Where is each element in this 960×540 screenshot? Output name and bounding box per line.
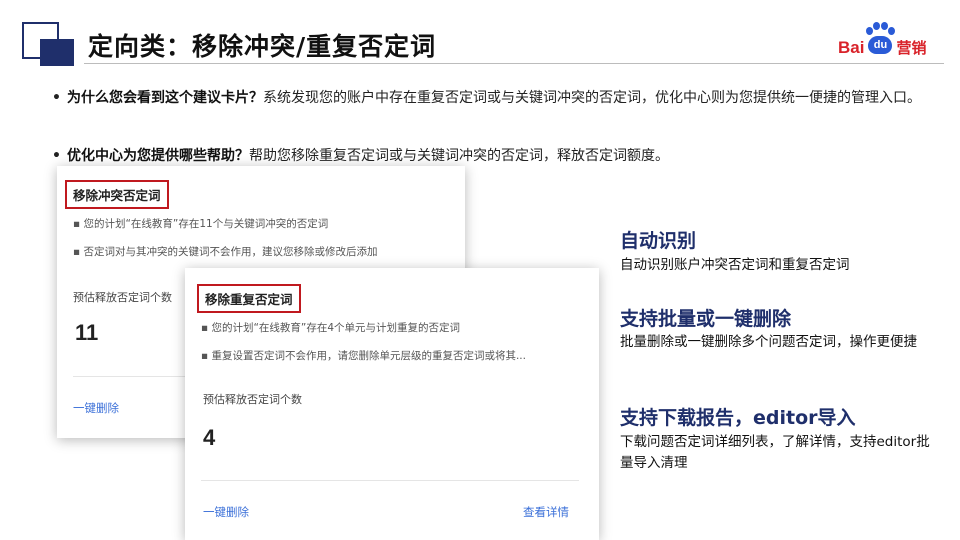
estimate-label: 预估释放否定词个数 [73,291,172,304]
duplicate-negative-keywords-card: 移除重复否定词 ▪ 您的计划“在线教育”存在4个单元与计划重复的否定词 ▪ 重复… [185,268,599,540]
slide-title: 定向类：移除冲突/重复否定词 [88,32,437,61]
logo-text-yingxiao: 营销 [896,39,927,57]
title-decoration-fill [40,39,74,66]
feature-title: 自动识别 [620,230,697,252]
delete-all-link[interactable]: 一键删除 [73,400,119,416]
bullet-why: • 为什么您会看到这个建议卡片？系统发现您的账户中存在重复否定词或与关键词冲突的… [52,88,925,108]
bullet-answer: 帮助您移除重复否定词或与关键词冲突的否定词，释放否定词额度。 [249,148,669,164]
card-info-line: ▪ 否定词对与其冲突的关键词不会作用，建议您移除或修改后添加 [73,246,378,258]
title-divider [84,63,944,64]
bullet-dot-icon: • [52,90,61,106]
card-title: 移除重复否定词 [197,284,301,313]
feature-title: 支持下载报告，editor导入 [620,407,856,429]
logo-text-du: du [868,36,893,54]
card-divider [201,480,579,481]
view-details-link[interactable]: 查看详情 [523,504,569,520]
card-info-line: ▪ 重复设置否定词不会作用，请您删除单元层级的重复否定词或将其... [201,350,526,362]
card-info-line: ▪ 您的计划“在线教育”存在4个单元与计划重复的否定词 [201,322,461,334]
feature-title: 支持批量或一键删除 [620,308,792,330]
feature-desc: 自动识别账户冲突否定词和重复否定词 [620,257,850,273]
card-title: 移除冲突否定词 [65,180,169,209]
bullet-question: 为什么您会看到这个建议卡片？ [67,90,263,106]
baidu-marketing-logo: Bai du 营销 [838,20,926,56]
estimate-value: 4 [203,425,216,450]
estimate-value: 11 [75,320,99,345]
bullet-dot-icon: • [52,148,61,164]
card-info-line: ▪ 您的计划“在线教育”存在11个与关键词冲突的否定词 [73,218,329,230]
bullet-help: • 优化中心为您提供哪些帮助？帮助您移除重复否定词或与关键词冲突的否定词，释放否… [52,146,925,166]
logo-text-bai: Bai [838,38,865,57]
delete-all-link[interactable]: 一键删除 [203,504,249,520]
bullet-answer: 系统发现您的账户中存在重复否定词或与关键词冲突的否定词，优化中心则为您提供统一便… [263,90,921,106]
bullet-question: 优化中心为您提供哪些帮助？ [67,148,249,164]
baidu-paw-icon: du [865,22,896,56]
estimate-label: 预估释放否定词个数 [203,393,302,406]
feature-desc: 批量删除或一键删除多个问题否定词，操作更便捷 [620,334,917,350]
feature-desc: 下载问题否定词详细列表，了解详情，支持editor批量导入清理 [620,434,930,471]
card-divider [73,376,193,377]
